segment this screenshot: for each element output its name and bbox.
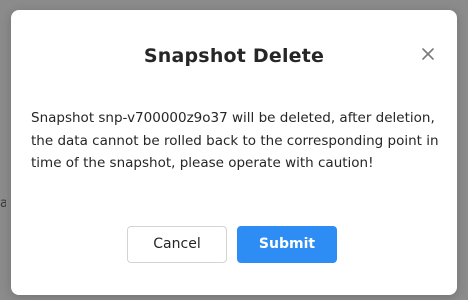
dialog-message: Snapshot snp-v700000z9o37 will be delete… [31, 110, 439, 171]
dialog-title: Snapshot Delete [143, 45, 325, 67]
submit-button[interactable]: Submit [237, 226, 337, 263]
snapshot-delete-dialog: Snapshot Delete Snapshot snp-v700000z9o3… [11, 10, 457, 295]
close-icon [422, 48, 434, 60]
background-text: a [0, 197, 6, 211]
cancel-button[interactable]: Cancel [127, 226, 227, 263]
close-button[interactable] [417, 43, 439, 65]
